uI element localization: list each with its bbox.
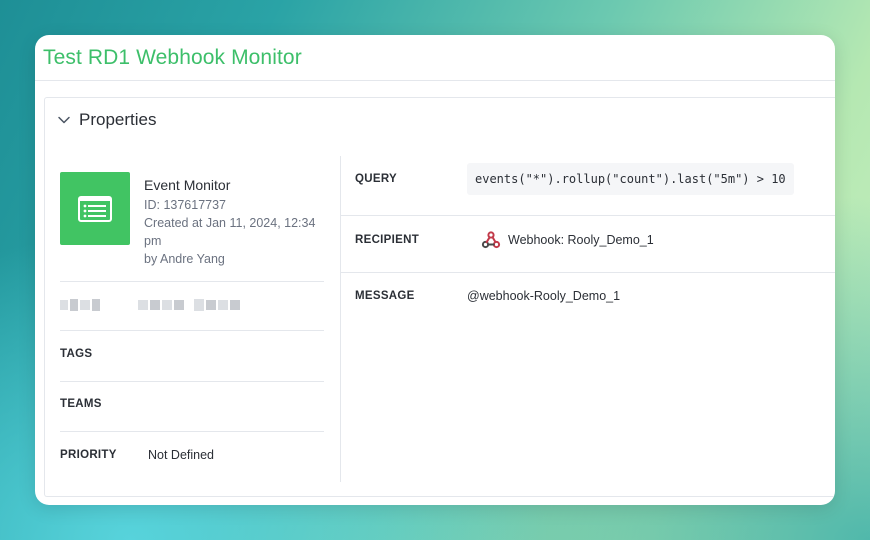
redacted-block bbox=[138, 300, 148, 310]
monitor-id: ID: 137617737 bbox=[144, 198, 227, 212]
redacted-block bbox=[194, 299, 204, 311]
recipient-value: Webhook: Rooly_Demo_1 bbox=[508, 233, 654, 247]
message-value: @webhook-Rooly_Demo_1 bbox=[467, 289, 621, 303]
monitor-window: Test RD1 Webhook Monitor Properties Even… bbox=[35, 35, 835, 505]
redacted-block bbox=[206, 300, 216, 310]
properties-panel: Properties Event Monitor ID: 137617737 C… bbox=[44, 97, 835, 497]
redacted-block bbox=[218, 300, 228, 310]
redacted-block bbox=[162, 300, 172, 310]
divider bbox=[60, 281, 324, 282]
recipient-link[interactable]: Webhook: Rooly_Demo_1 bbox=[481, 230, 654, 250]
priority-value: Not Defined bbox=[148, 448, 215, 462]
redacted-field bbox=[60, 299, 242, 311]
divider bbox=[60, 330, 324, 331]
query-code: events("*").rollup("count").last("5m") >… bbox=[467, 163, 794, 195]
properties-toggle[interactable]: Properties bbox=[45, 98, 835, 142]
query-label: QUERY bbox=[355, 173, 397, 185]
monitor-created: Created at Jan 11, 2024, 12:34 pm bbox=[144, 216, 316, 248]
title-bar: Test RD1 Webhook Monitor bbox=[35, 35, 835, 81]
divider bbox=[60, 381, 324, 382]
priority-row: PRIORITY Not Defined bbox=[60, 448, 214, 462]
query-row: QUERY events("*").rollup("count").last("… bbox=[341, 163, 835, 195]
divider bbox=[341, 215, 835, 216]
chevron-down-icon bbox=[57, 113, 71, 127]
redacted-block bbox=[80, 300, 90, 310]
tags-row: TAGS bbox=[60, 348, 148, 360]
redacted-block bbox=[174, 300, 184, 310]
panel-title: Properties bbox=[79, 110, 157, 129]
redacted-block bbox=[230, 300, 240, 310]
monitor-summary: Event Monitor ID: 137617737 Created at J… bbox=[60, 172, 324, 268]
properties-left-column: Event Monitor ID: 137617737 Created at J… bbox=[45, 142, 340, 482]
divider bbox=[341, 272, 835, 273]
recipient-label: RECIPIENT bbox=[355, 234, 420, 246]
message-label: MESSAGE bbox=[355, 290, 415, 302]
redacted-block bbox=[92, 299, 100, 311]
tags-label: TAGS bbox=[60, 348, 93, 360]
divider bbox=[60, 431, 324, 432]
redacted-block bbox=[150, 300, 160, 310]
message-row: MESSAGE @webhook-Rooly_Demo_1 bbox=[341, 289, 835, 303]
monitor-author: by Andre Yang bbox=[144, 252, 225, 266]
recipient-row: RECIPIENT Webhook: Rooly_Demo_1 bbox=[341, 230, 835, 250]
monitor-info: Event Monitor ID: 137617737 Created at J… bbox=[144, 177, 324, 268]
teams-label: TEAMS bbox=[60, 398, 102, 410]
monitor-type: Event Monitor bbox=[144, 177, 231, 193]
teams-row: TEAMS bbox=[60, 398, 148, 410]
page-title: Test RD1 Webhook Monitor bbox=[43, 45, 302, 69]
list-icon bbox=[60, 172, 130, 245]
priority-label: PRIORITY bbox=[60, 449, 117, 461]
properties-right-column: QUERY events("*").rollup("count").last("… bbox=[341, 142, 835, 482]
webhook-icon bbox=[481, 230, 501, 250]
redacted-block bbox=[60, 300, 68, 310]
redacted-block bbox=[70, 299, 78, 311]
